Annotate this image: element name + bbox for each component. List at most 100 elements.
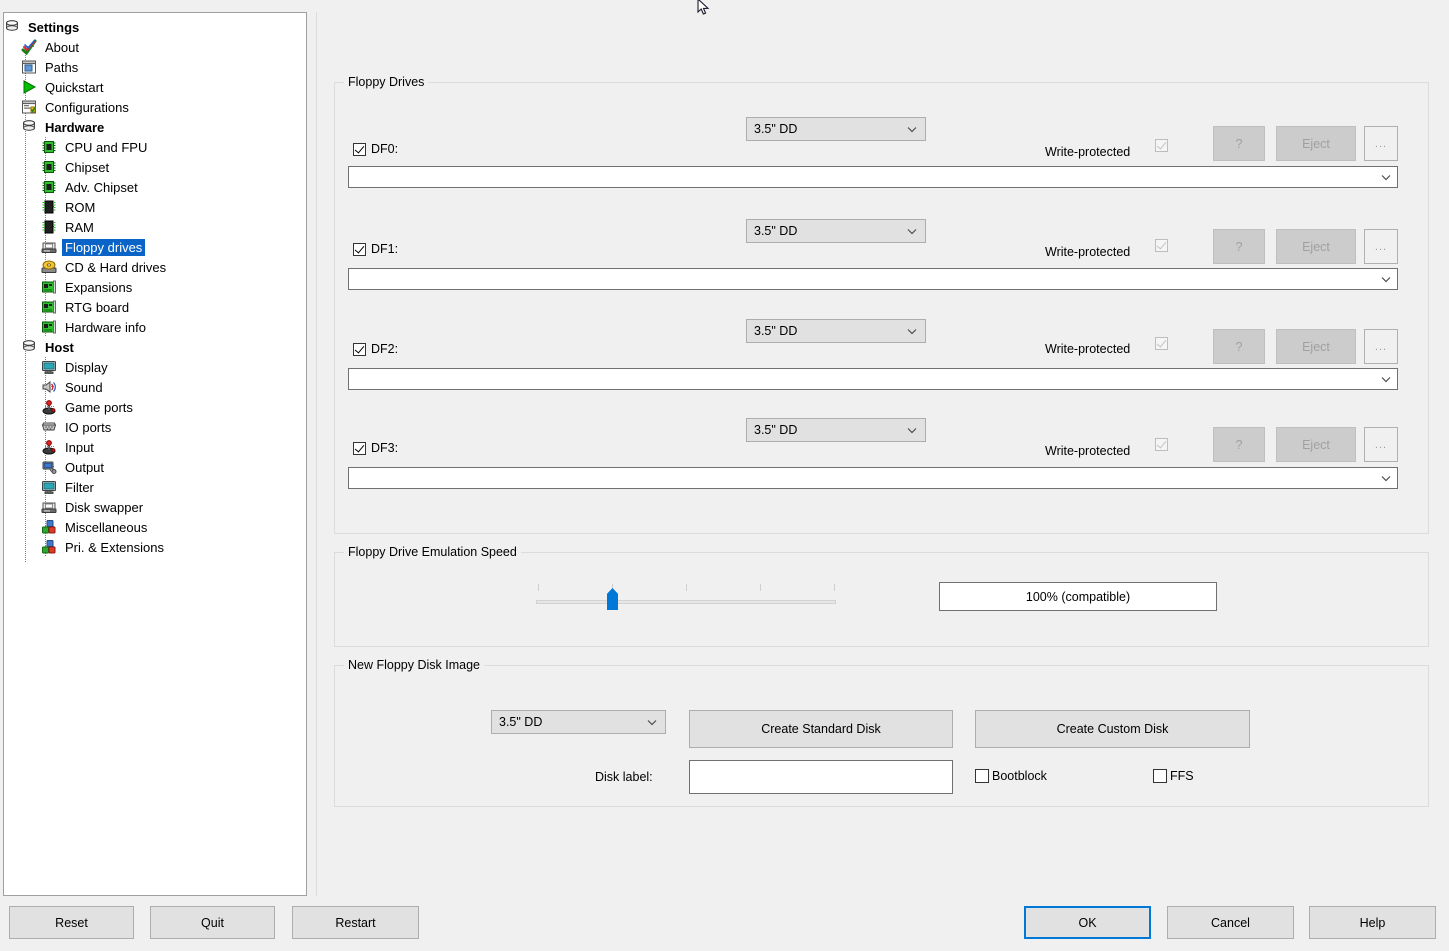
sidebar-item-ram[interactable]: RAM <box>4 217 306 237</box>
drive-enable-checkbox-df2[interactable] <box>353 342 366 356</box>
drive-path-combo-df3[interactable] <box>348 467 1398 489</box>
drive-enable-checkbox-df0[interactable] <box>353 142 366 156</box>
settings-tree-panel[interactable]: Settings About Paths Quickstart Configurati… <box>3 12 307 896</box>
create-custom-disk-button[interactable]: Create Custom Disk <box>975 710 1250 748</box>
sidebar-item-label: Hardware <box>45 119 105 135</box>
ffs-checkbox[interactable] <box>1153 769 1167 783</box>
drive-row-df0[interactable]: DF0: <box>353 142 398 156</box>
sidebar-item-expansions[interactable]: Expansions <box>4 277 306 297</box>
slider-track[interactable] <box>536 600 836 604</box>
sidebar-item-about[interactable]: About <box>4 37 306 57</box>
sidebar-item-floppy-drives[interactable]: Floppy drives <box>4 237 306 257</box>
ok-button[interactable]: OK <box>1024 906 1151 939</box>
restart-button[interactable]: Restart <box>292 906 419 939</box>
drive-eject-label-df0: Eject <box>1302 136 1330 151</box>
drive-info-button-df3[interactable]: ? <box>1213 427 1265 462</box>
chip-dark-icon <box>41 199 57 215</box>
sidebar-item-chipset[interactable]: Chipset <box>4 157 306 177</box>
sidebar-item-label: Quickstart <box>45 79 104 95</box>
drive-type-combo-df3[interactable]: 3.5" DD <box>746 418 926 442</box>
bottom-button-bar: Reset Quit Restart OK Cancel Help <box>0 900 1449 951</box>
sidebar-item-display[interactable]: Display <box>4 357 306 377</box>
sidebar-item-rom[interactable]: ROM <box>4 197 306 217</box>
sidebar-item-game-ports[interactable]: Game ports <box>4 397 306 417</box>
help-button[interactable]: Help <box>1309 906 1436 939</box>
write-protected-checkbox-df0[interactable] <box>1155 139 1168 152</box>
drive-browse-button-df2[interactable]: ... <box>1364 329 1398 364</box>
sidebar-item-label: Adv. Chipset <box>65 179 138 195</box>
drive-browse-button-df3[interactable]: ... <box>1364 427 1398 462</box>
bootblock-checkbox-row[interactable]: Bootblock <box>975 769 1047 783</box>
drive-row-df2[interactable]: DF2: <box>353 342 398 356</box>
write-protected-checkbox-df1[interactable] <box>1155 239 1168 252</box>
drive-info-label-df1: ? <box>1235 239 1243 254</box>
sidebar-item-configurations[interactable]: Configurations <box>4 97 306 117</box>
sidebar-item-label: CPU and FPU <box>65 139 148 155</box>
sidebar-item-label: IO ports <box>65 419 112 435</box>
drive-eject-button-df1[interactable]: Eject <box>1276 229 1356 264</box>
board-card-icon <box>41 299 57 315</box>
drive-info-label-df2: ? <box>1235 339 1243 354</box>
sidebar-item-label: Hardware info <box>65 319 146 335</box>
sidebar-item-filter[interactable]: Filter <box>4 477 306 497</box>
sidebar-item-adv-chipset[interactable]: Adv. Chipset <box>4 177 306 197</box>
tree-root-label: Settings <box>28 19 80 35</box>
write-protected-checkbox-df2[interactable] <box>1155 337 1168 350</box>
new-disk-type-value: 3.5" DD <box>499 715 543 729</box>
sidebar-item-output[interactable]: Output <box>4 457 306 477</box>
tree-root-settings[interactable]: Settings <box>4 17 306 37</box>
drive-path-combo-df1[interactable] <box>348 268 1398 290</box>
disk-label-input[interactable] <box>689 760 953 794</box>
sidebar-item-miscellaneous[interactable]: Miscellaneous <box>4 517 306 537</box>
sidebar-item-input[interactable]: Input <box>4 437 306 457</box>
drive-enable-checkbox-df1[interactable] <box>353 242 366 256</box>
new-disk-image-group-title: New Floppy Disk Image <box>344 658 484 672</box>
drive-info-button-df2[interactable]: ? <box>1213 329 1265 364</box>
drive-type-combo-df2[interactable]: 3.5" DD <box>746 319 926 343</box>
cancel-button[interactable]: Cancel <box>1167 906 1294 939</box>
sidebar-item-label: Expansions <box>65 279 133 295</box>
drive-path-combo-df0[interactable] <box>348 166 1398 188</box>
create-standard-disk-button[interactable]: Create Standard Disk <box>689 710 953 748</box>
joystick-icon <box>41 439 57 455</box>
bootblock-checkbox[interactable] <box>975 769 989 783</box>
sidebar-item-paths[interactable]: Paths <box>4 57 306 77</box>
sidebar-item-sound[interactable]: Sound <box>4 377 306 397</box>
write-protected-checkbox-df3[interactable] <box>1155 438 1168 451</box>
drive-enable-checkbox-df3[interactable] <box>353 441 366 455</box>
sidebar-item-label: RAM <box>65 219 94 235</box>
drive-info-button-df0[interactable]: ? <box>1213 126 1265 161</box>
drive-browse-button-df0[interactable]: ... <box>1364 126 1398 161</box>
drive-eject-button-df2[interactable]: Eject <box>1276 329 1356 364</box>
blocks-icon <box>41 539 57 555</box>
drive-browse-button-df1[interactable]: ... <box>1364 229 1398 264</box>
sidebar-item-cd-hard-drives[interactable]: CD & Hard drives <box>4 257 306 277</box>
ok-label: OK <box>1078 915 1097 930</box>
drive-type-combo-df0[interactable]: 3.5" DD <box>746 117 926 141</box>
quit-button[interactable]: Quit <box>150 906 275 939</box>
sidebar-item-io-ports[interactable]: IO ports <box>4 417 306 437</box>
new-disk-type-combo[interactable]: 3.5" DD <box>491 710 666 734</box>
ffs-checkbox-row[interactable]: FFS <box>1153 769 1194 783</box>
reset-label: Reset <box>55 915 88 930</box>
drive-type-combo-df1[interactable]: 3.5" DD <box>746 219 926 243</box>
drive-path-combo-df2[interactable] <box>348 368 1398 390</box>
reset-button[interactable]: Reset <box>9 906 134 939</box>
sidebar-item-quickstart[interactable]: Quickstart <box>4 77 306 97</box>
drive-row-df3[interactable]: DF3: <box>353 441 398 455</box>
chevron-down-icon <box>906 225 918 237</box>
drive-eject-button-df3[interactable]: Eject <box>1276 427 1356 462</box>
sidebar-item-host[interactable]: Host <box>4 337 306 357</box>
drive-info-button-df1[interactable]: ? <box>1213 229 1265 264</box>
emulation-speed-slider[interactable] <box>536 578 836 618</box>
sidebar-item-disk-swapper[interactable]: Disk swapper <box>4 497 306 517</box>
sidebar-item-pri-extensions[interactable]: Pri. & Extensions <box>4 537 306 557</box>
slider-thumb[interactable] <box>607 588 618 610</box>
sidebar-item-hardware-info[interactable]: Hardware info <box>4 317 306 337</box>
sidebar-item-hardware[interactable]: Hardware <box>4 117 306 137</box>
drive-eject-button-df0[interactable]: Eject <box>1276 126 1356 161</box>
drive-row-df1[interactable]: DF1: <box>353 242 398 256</box>
sidebar-item-cpu-and-fpu[interactable]: CPU and FPU <box>4 137 306 157</box>
drive-browse-label-df0: ... <box>1374 137 1388 150</box>
sidebar-item-rtg-board[interactable]: RTG board <box>4 297 306 317</box>
